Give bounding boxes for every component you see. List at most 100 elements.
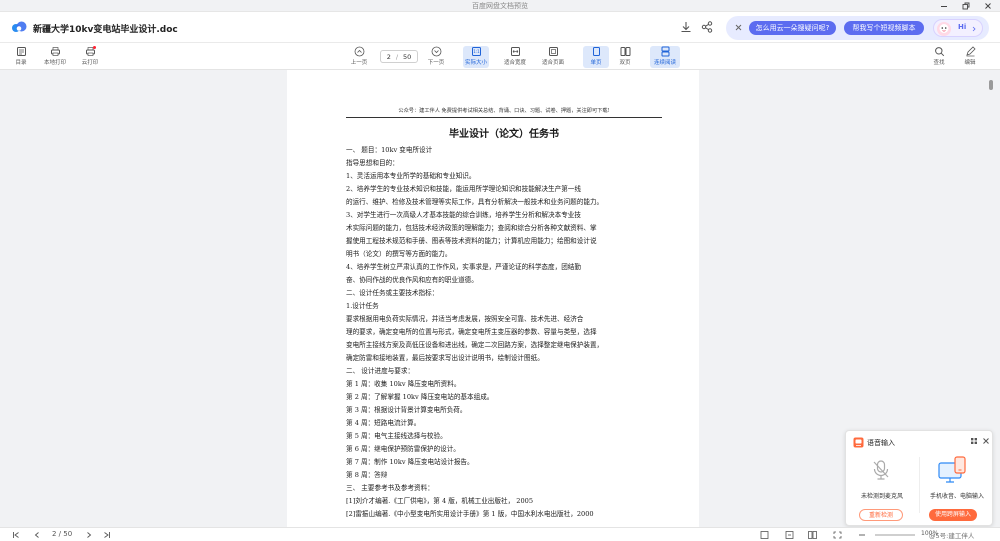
grid-icon[interactable]	[970, 437, 978, 445]
prev-icon[interactable]	[33, 531, 41, 539]
document-line: 第 1 周：收集 10kv 降压变电所资料。	[346, 380, 461, 388]
document-line: 4、培养学生树立严肃认真的工作作风，实事求是，严谨论证的科学态度，团结勤	[346, 263, 581, 271]
fit-width-icon	[510, 47, 520, 56]
continuous-scroll-icon	[661, 46, 669, 57]
close-icon[interactable]	[982, 437, 990, 445]
document-line: 第 7 周：制作 10kv 降压变电站设计报告。	[346, 458, 474, 466]
view-fit-width[interactable]: 适合宽度	[502, 46, 528, 68]
cloud-print-icon	[85, 46, 96, 56]
document-heading: 毕业设计（论文）任务书	[449, 129, 559, 140]
document-line: 奋、协同作战的优良作风和应有的职业道德。	[346, 276, 478, 284]
actual-size-icon: 1:1	[471, 47, 481, 56]
minimize-icon[interactable]	[936, 0, 952, 12]
redetect-button[interactable]: 重新检测	[859, 509, 903, 521]
tool-label: 目录	[15, 60, 27, 66]
document-line: 第 6 周：继电保护预防雷保护的设计。	[346, 445, 460, 453]
tool-search[interactable]: 查找	[926, 46, 952, 68]
prev-page-button[interactable]: 上一页	[346, 46, 372, 68]
download-icon[interactable]	[679, 20, 693, 34]
arrow-down-icon	[431, 46, 441, 57]
next-icon[interactable]	[85, 531, 93, 539]
fullscreen-icon[interactable]	[833, 531, 842, 539]
zoom-slider[interactable]	[875, 534, 915, 536]
document-line: 术实际问题的能力，包括技术经济政策的理解能力；查阅和综合分析各种文献资料、掌	[346, 224, 597, 232]
panel-divider	[919, 457, 920, 513]
ai-hi-label: Hi	[958, 23, 967, 31]
document-line: 握使用工程技术规范和手册、图表等技术资料的能力；计算机应用能力；绘图和设计说	[346, 237, 597, 245]
ai-close-icon[interactable]	[734, 23, 743, 32]
tool-cloud-print[interactable]: 云打印	[77, 46, 103, 68]
scrollbar-thumb[interactable]	[989, 80, 993, 90]
page-view-icon[interactable]	[760, 531, 769, 539]
status-page-indicator[interactable]: 2 / 50	[52, 530, 72, 538]
edit-icon	[965, 46, 976, 57]
window-title: 百度网盘文档预览	[472, 2, 528, 10]
fit-page-icon	[548, 47, 558, 56]
voice-panel-title: 语音输入	[867, 439, 895, 447]
tool-label: 实际大小	[464, 60, 487, 66]
page-total: 50	[403, 52, 412, 61]
status-bar: 2 / 50 100%	[0, 527, 1000, 541]
document-line: 第 3 周：根据设计背景计算变电所负荷。	[346, 406, 467, 414]
page-current: 2	[386, 52, 391, 61]
ai-suggestion-chip[interactable]: 怎么用云一朵搜疑问呢?	[749, 21, 836, 35]
document-line: 第 5 周：电气主接线选择与校验。	[346, 432, 447, 440]
chevron-right-icon	[972, 26, 976, 32]
tool-label: 连续阅读	[653, 60, 676, 66]
window-titlebar: 百度网盘文档预览	[0, 0, 1000, 12]
double-view-icon[interactable]	[808, 531, 817, 539]
document-line: 的运行、维护、检修及技术管理等实际工作，具有分析解决一般技术和业务问题的能力。	[346, 198, 604, 206]
document-line: 变电所主接线方案及高低压设备和进出线，确定二次回路方案，选择整定继电保护装置，	[346, 341, 604, 349]
document-line: 理的要求，确定变电所的位置与形式，确定变电所主变压器的参数、容量与类型，选择	[346, 328, 597, 336]
no-mic-label: 未检测到麦克风	[860, 493, 903, 500]
restore-icon[interactable]	[958, 0, 974, 12]
tool-toc[interactable]: 目录	[8, 46, 34, 68]
tool-label: 本地打印	[43, 60, 66, 66]
document-line: 二、设计任务或主要技术指标：	[346, 289, 439, 297]
view-single-page[interactable]: 单页	[583, 46, 609, 68]
close-icon[interactable]	[980, 0, 996, 12]
phone-computer-icon	[936, 456, 970, 484]
view-actual-size[interactable]: 1:1 实际大小	[463, 46, 489, 68]
tool-edit[interactable]: 编辑	[957, 46, 983, 68]
view-continuous[interactable]: 连续阅读	[650, 46, 680, 68]
document-line: 要求根据用电负荷实际情况，并适当考虑发展，按照安全可靠、技术先进、经济合	[346, 315, 584, 323]
page-number-input[interactable]: 2 / 50	[380, 50, 418, 63]
watermark-text: @5号:建工伴人	[929, 532, 975, 540]
last-page-icon[interactable]	[103, 531, 111, 539]
document-line: 二、 设计进度与要求：	[346, 367, 415, 375]
view-double-page[interactable]: 双页	[612, 46, 638, 68]
next-page-button[interactable]: 下一页	[423, 46, 449, 68]
tool-label: 编辑	[964, 60, 976, 66]
tool-label: 云打印	[81, 60, 99, 66]
tool-label: 适合页面	[541, 60, 564, 66]
tool-label: 适合宽度	[503, 60, 526, 66]
share-icon[interactable]	[700, 20, 714, 34]
header-rule	[346, 117, 662, 118]
document-line: [2]雷振山编著.《中小型变电所实用设计手册》第 1 版，中国水利水电出版社，2…	[346, 510, 594, 518]
voice-input-panel: 语音输入 未检测到麦克风 手机收音、电脑输入 重新检测 使用跨屏输入	[845, 430, 993, 526]
document-line: 1、灵活运用本专业所学的基础和专业知识。	[346, 172, 476, 180]
zoom-out-icon[interactable]	[858, 531, 866, 539]
document-line: 2、培养学生的专业技术知识和技能，能运用所学理论知识和技能解决生产第一线	[346, 185, 581, 193]
double-page-icon	[620, 47, 630, 56]
document-line: 1.设计任务	[346, 302, 379, 310]
document-title: 新疆大学10kv变电站毕业设计.doc	[33, 25, 178, 35]
document-line: 确定防雷和接地装置，最后按要求写出设计说明书，绘制设计图纸。	[346, 354, 544, 362]
ai-suggestion-chip[interactable]: 帮我写个短视频脚本	[844, 21, 924, 35]
view-fit-page[interactable]: 适合页面	[540, 46, 566, 68]
fit-icon[interactable]	[785, 531, 794, 539]
ai-avatar-hi[interactable]: Hi	[933, 19, 983, 37]
document-line: 一、 题目：10kv 变电所设计	[346, 146, 433, 154]
document-header: 新疆大学10kv变电站毕业设计.doc 怎么用云一朵搜疑问呢? 帮我写个短视频脚…	[0, 12, 1000, 43]
cross-screen-input-button[interactable]: 使用跨屏输入	[929, 509, 977, 521]
single-page-icon	[592, 47, 600, 56]
printer-icon	[50, 47, 60, 56]
microphone-off-icon	[871, 459, 891, 481]
tool-local-print[interactable]: 本地打印	[42, 46, 68, 68]
document-line: 三、 主要参考书及参考资料：	[346, 484, 434, 492]
cross-screen-label: 手机收音、电脑输入	[929, 493, 984, 500]
first-page-icon[interactable]	[12, 531, 20, 539]
document-line: 第 4 周：短路电流计算。	[346, 419, 421, 427]
document-line: 3、对学生进行一次高级人才基本技能的综合训练，培养学生分析和解决本专业技	[346, 211, 581, 219]
